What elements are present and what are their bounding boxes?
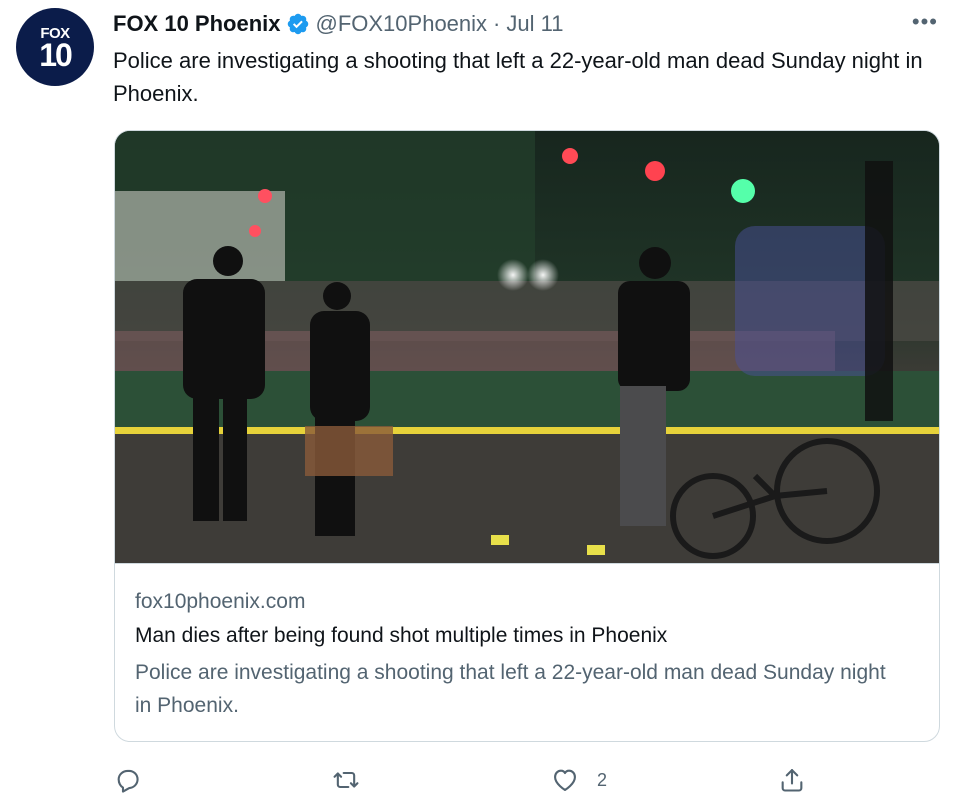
share-button[interactable]	[778, 760, 806, 800]
like-button[interactable]: 2	[551, 760, 607, 800]
card-description: Police are investigating a shooting that…	[135, 661, 886, 717]
more-options-icon[interactable]: •••	[912, 11, 938, 33]
tweet-actions: 2	[0, 760, 960, 800]
link-card[interactable]: fox10phoenix.com Man dies after being fo…	[114, 130, 940, 742]
account-handle[interactable]: @FOX10Phoenix	[316, 11, 488, 37]
avatar[interactable]: FOX 10	[16, 8, 94, 86]
account-name[interactable]: FOX 10 Phoenix	[113, 11, 281, 37]
card-domain: fox10phoenix.com	[135, 590, 306, 613]
heart-icon	[554, 769, 576, 791]
retweet-button[interactable]	[332, 760, 360, 800]
card-body[interactable]: fox10phoenix.com Man dies after being fo…	[115, 563, 939, 741]
tweet-header: FOX 10 Phoenix @FOX10Phoenix · Jul 11	[113, 9, 563, 39]
retweet-icon	[333, 771, 359, 789]
separator-dot: ·	[493, 11, 501, 36]
card-title: Man dies after being found shot multiple…	[135, 624, 668, 647]
tweet-text: Police are investigating a shooting that…	[113, 48, 923, 106]
verified-badge-icon	[287, 13, 308, 35]
reply-button[interactable]	[114, 760, 142, 800]
card-image[interactable]	[115, 131, 940, 563]
avatar-logo-bottom: 10	[39, 36, 73, 73]
reply-icon	[117, 769, 139, 793]
tweet-date[interactable]: Jul 11	[506, 11, 563, 37]
like-count: 2	[597, 769, 608, 790]
share-icon	[781, 769, 803, 792]
